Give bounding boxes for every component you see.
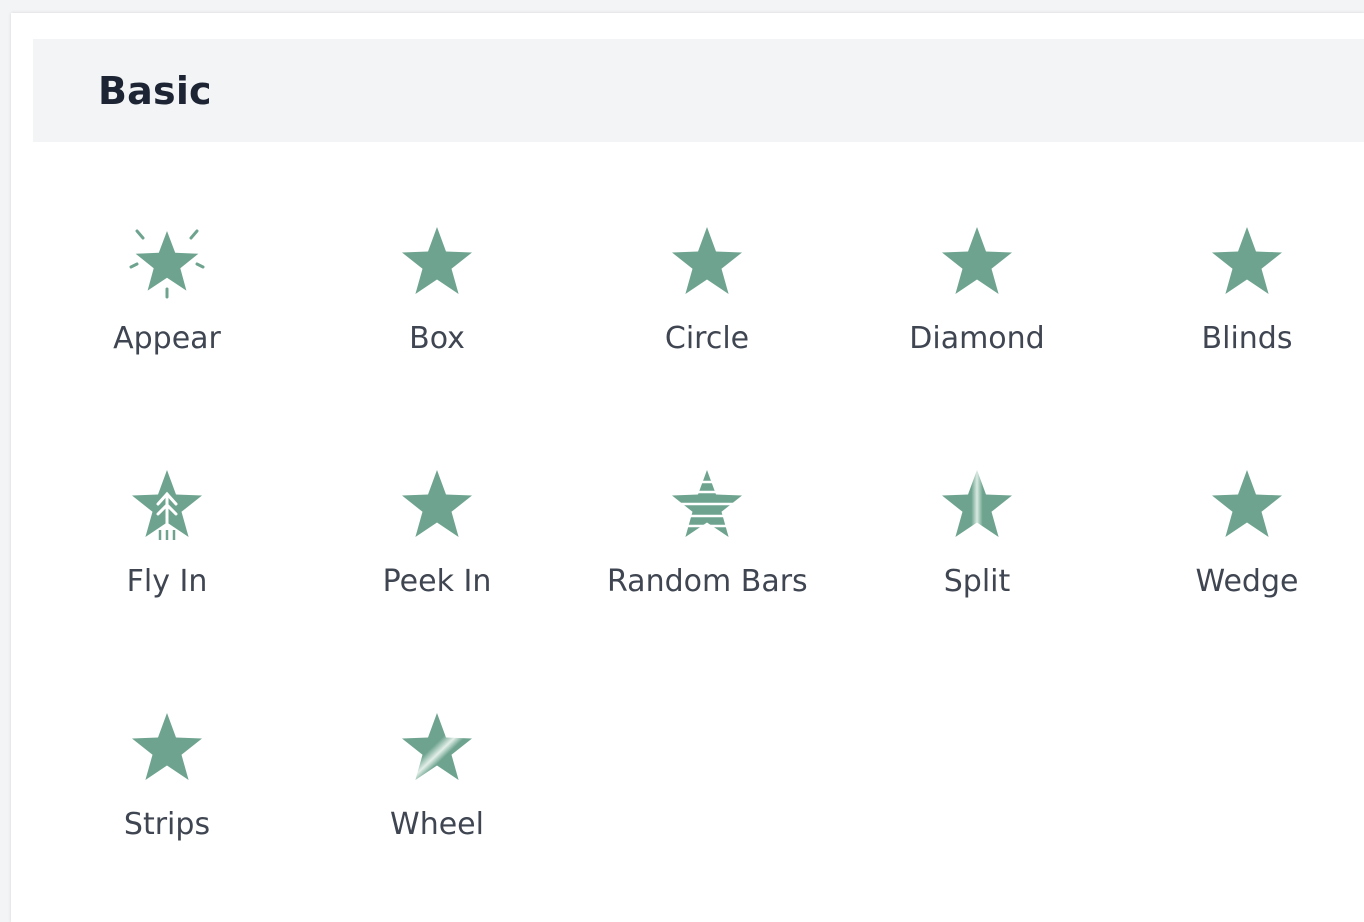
section-title: Basic: [98, 68, 212, 113]
effect-diamond[interactable]: Diamond: [877, 203, 1077, 363]
effect-label: Diamond: [909, 321, 1045, 356]
effect-appear[interactable]: Appear: [67, 203, 267, 363]
star-icon: [397, 221, 477, 301]
star-icon: [1207, 464, 1287, 544]
effect-split[interactable]: Split: [877, 446, 1077, 606]
effect-wedge[interactable]: Wedge: [1147, 446, 1347, 606]
star-icon: [127, 707, 207, 787]
effect-box[interactable]: Box: [337, 203, 537, 363]
effect-label: Fly In: [126, 564, 208, 599]
star-icon: [667, 221, 747, 301]
effect-strips[interactable]: Strips: [67, 689, 267, 849]
effect-label: Peek In: [382, 564, 492, 599]
star-icon: [397, 464, 477, 544]
star-bars-icon: [667, 464, 747, 544]
star-icon: [1207, 221, 1287, 301]
effect-label: Random Bars: [607, 564, 808, 599]
effect-label: Wedge: [1195, 564, 1299, 599]
star-wheel-icon: [397, 707, 477, 787]
section-header: Basic: [33, 39, 1364, 142]
effect-label: Circle: [664, 321, 750, 356]
effect-fly-in[interactable]: Fly In: [67, 446, 267, 606]
effects-panel: Basic Appear Box Circle Diamond Blinds F…: [11, 13, 1364, 922]
effect-blinds[interactable]: Blinds: [1147, 203, 1347, 363]
effect-peek-in[interactable]: Peek In: [337, 446, 537, 606]
star-fly-in-icon: [127, 464, 207, 544]
effect-random-bars[interactable]: Random Bars: [607, 446, 808, 606]
star-burst-icon: [127, 221, 207, 301]
effect-label: Box: [409, 321, 465, 356]
star-split-icon: [937, 464, 1017, 544]
effect-wheel[interactable]: Wheel: [337, 689, 537, 849]
effect-circle[interactable]: Circle: [607, 203, 807, 363]
effect-label: Strips: [123, 807, 211, 842]
star-icon: [937, 221, 1017, 301]
effect-label: Appear: [113, 321, 221, 356]
effect-label: Split: [943, 564, 1011, 599]
effect-label: Blinds: [1201, 321, 1293, 356]
effect-label: Wheel: [390, 807, 484, 842]
